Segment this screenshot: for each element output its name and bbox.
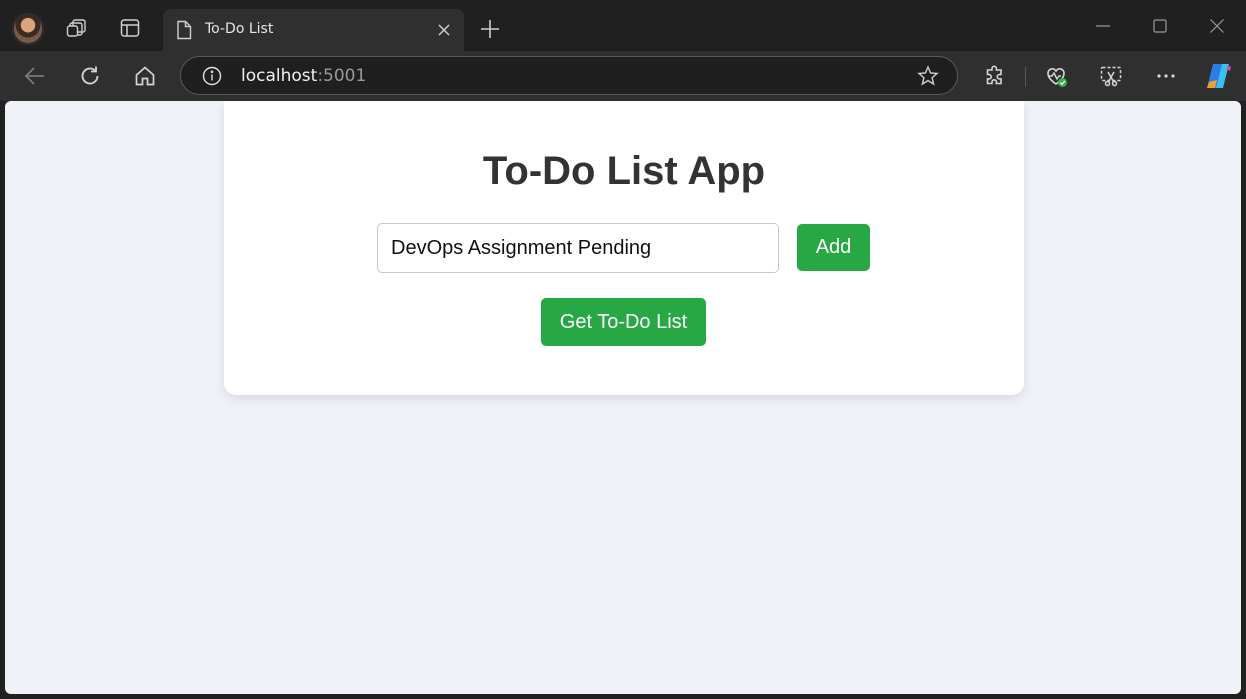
screenshot-icon[interactable]	[1099, 64, 1123, 88]
toolbar-divider	[1025, 67, 1026, 87]
tab-actions-icon[interactable]	[119, 17, 141, 39]
address-bar[interactable]: localhost:5001	[180, 56, 958, 95]
refresh-icon[interactable]	[77, 63, 103, 89]
url-host: localhost	[241, 66, 318, 86]
site-info-icon[interactable]	[202, 66, 222, 86]
get-todo-list-button[interactable]: Get To-Do List	[541, 298, 706, 346]
new-tab-icon[interactable]	[479, 18, 501, 40]
task-input[interactable]	[377, 223, 779, 273]
close-tab-icon[interactable]	[436, 22, 452, 38]
close-window-icon[interactable]	[1207, 16, 1227, 36]
more-options-icon[interactable]	[1154, 64, 1178, 88]
copilot-icon[interactable]	[1204, 62, 1234, 90]
home-icon[interactable]	[132, 63, 158, 89]
browser-toolbar: localhost:5001	[0, 51, 1246, 101]
back-icon[interactable]	[22, 63, 48, 89]
profile-avatar[interactable]	[12, 13, 44, 45]
browser-title-bar: To-Do List	[0, 0, 1246, 51]
url-text: localhost:5001	[241, 66, 366, 86]
workspaces-icon[interactable]	[66, 17, 88, 39]
extensions-icon[interactable]	[983, 64, 1007, 88]
tab-title: To-Do List	[205, 21, 274, 37]
url-port: :5001	[317, 66, 367, 86]
page-icon	[175, 20, 193, 40]
favorite-star-icon[interactable]	[917, 65, 939, 87]
page-viewport: To-Do List App Add Get To-Do List	[5, 101, 1241, 694]
active-tab[interactable]: To-Do List	[163, 9, 464, 51]
todo-card: To-Do List App Add Get To-Do List	[224, 101, 1024, 395]
add-button[interactable]: Add	[797, 224, 870, 271]
page-title: To-Do List App	[482, 149, 766, 193]
maximize-icon[interactable]	[1150, 16, 1170, 36]
minimize-icon[interactable]	[1093, 16, 1113, 36]
browser-essentials-icon[interactable]	[1044, 64, 1068, 88]
